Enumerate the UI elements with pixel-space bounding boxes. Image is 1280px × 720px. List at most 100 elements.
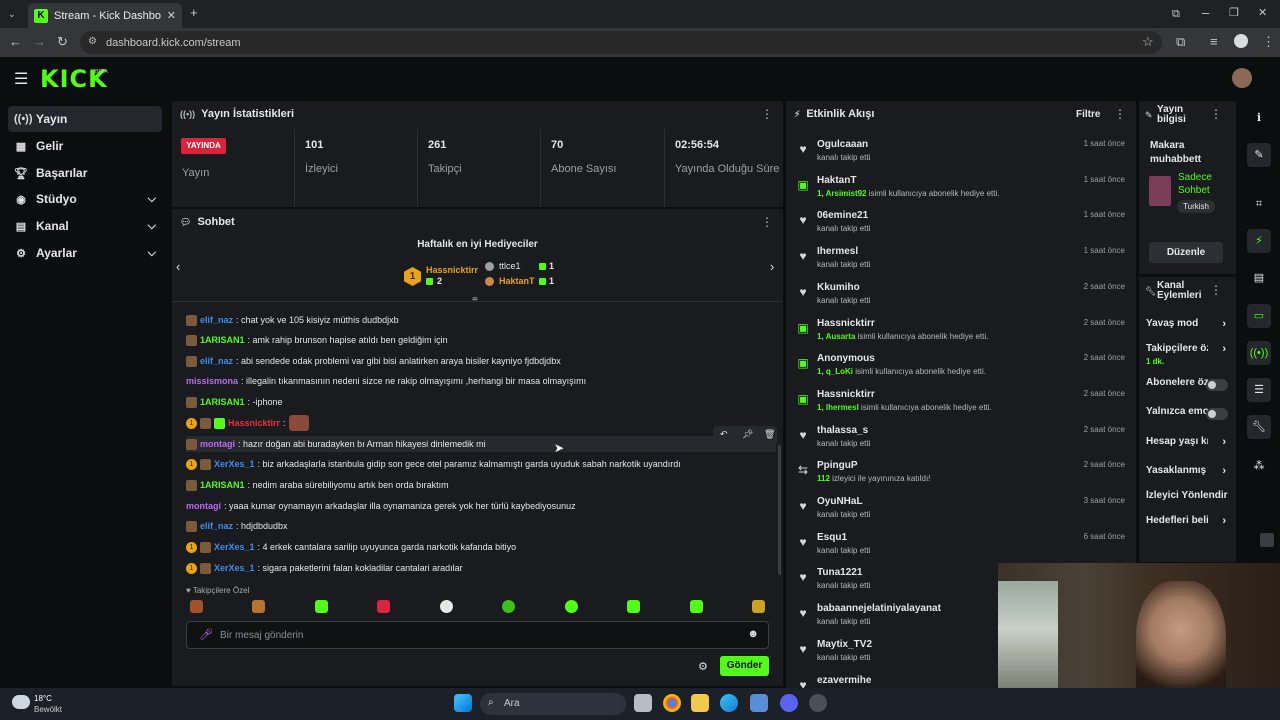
stream-info-menu-icon[interactable]: ⋮ xyxy=(1210,108,1222,120)
windows-start-icon[interactable] xyxy=(454,694,472,712)
channel-action-item[interactable]: Hesap yaşı kısıtlaması › xyxy=(1146,436,1230,456)
nav-item-basarilar[interactable]: 🏆︎ Başarılar xyxy=(8,160,162,186)
chat-message[interactable]: 1ARISAN1: -iphone xyxy=(186,394,776,410)
event-username[interactable]: 06emine21 xyxy=(817,210,868,221)
chat-username[interactable]: XerXes_1 xyxy=(214,459,255,469)
chat-username[interactable]: XerXes_1 xyxy=(214,542,255,552)
emote-icon[interactable] xyxy=(502,600,515,613)
emote-icon[interactable] xyxy=(690,600,703,613)
forward-icon[interactable]: → xyxy=(33,35,46,49)
emote-icon[interactable] xyxy=(440,600,453,613)
users-icon[interactable]: ☰ xyxy=(1247,378,1271,402)
chat-message[interactable]: 1ARISAN1: nedim araba sürebiliyomu artık… xyxy=(186,477,776,493)
emote-icon[interactable] xyxy=(752,600,765,613)
category-name[interactable]: Sadece Sohbet xyxy=(1178,171,1233,197)
event-username[interactable]: OyuNHaL xyxy=(817,496,863,507)
leader-first[interactable]: 1 Hassnicktirr 2 xyxy=(404,265,484,289)
chat-menu-icon[interactable]: ⋮ xyxy=(761,216,773,228)
weather-icon[interactable] xyxy=(12,695,30,709)
event-username[interactable]: Esqu1 xyxy=(817,532,847,543)
chat-message[interactable]: 1 XerXes_1: sigara paketlerini falan kokl… xyxy=(186,560,776,576)
activity-event[interactable]: ♥ Esqu1 kanalı takip etti 6 saat önce xyxy=(786,529,1136,565)
edit-button[interactable]: Düzenle xyxy=(1149,242,1223,263)
chat-message[interactable]: elif_naz: abi sendede odak problemi var … xyxy=(186,353,776,369)
event-username[interactable]: Ogulcaaan xyxy=(817,139,868,150)
event-username[interactable]: Ihermesl xyxy=(817,246,858,257)
filter-button[interactable]: Filtre xyxy=(1076,109,1100,120)
user-avatar[interactable] xyxy=(1232,68,1252,88)
microphone-icon[interactable]: 🎤︎ xyxy=(199,628,213,641)
send-button[interactable]: Gönder xyxy=(720,656,769,676)
delete-icon[interactable]: 🗑︎ xyxy=(764,429,775,440)
channel-actions-menu-icon[interactable]: ⋮ xyxy=(1210,284,1222,296)
browser-menu-icon[interactable]: ⋮ xyxy=(1262,35,1275,49)
nav-item-ayarlar[interactable]: ⚙ Ayarlar ⌵ xyxy=(8,240,162,266)
emote-icon[interactable] xyxy=(252,600,265,613)
emote-icon[interactable] xyxy=(565,600,578,613)
chat-settings-icon[interactable]: ⚙ xyxy=(698,660,708,673)
event-username[interactable]: Hassnicktirr xyxy=(817,389,875,400)
event-username[interactable]: babaannejelatiniyalayanat xyxy=(817,603,941,614)
tools-icon[interactable]: 🔧︎ xyxy=(1247,415,1271,439)
chat-message[interactable]: 1 Hassnicktirr: xyxy=(186,415,776,431)
chat-username[interactable]: 1ARISAN1 xyxy=(200,480,245,490)
chat-username[interactable]: Hassnicktirr xyxy=(228,418,280,428)
emoji-icon[interactable]: ☻ xyxy=(747,628,759,640)
edit-icon[interactable]: ✎ xyxy=(1247,143,1271,167)
clip-icon[interactable]: ⌗ xyxy=(1247,192,1271,216)
event-username[interactable]: PpinguP xyxy=(817,460,858,471)
chat-username[interactable]: 1ARISAN1 xyxy=(200,335,245,345)
app-icon[interactable] xyxy=(809,694,827,712)
activity-event[interactable]: ♥ thalassa_s kanalı takip etti 2 saat önce xyxy=(786,422,1136,458)
activity-event[interactable]: ▣ Anonymous 1, q_LoKi isimli kullanıcıya a… xyxy=(786,350,1136,386)
channel-action-item[interactable]: Yalnızca emote xyxy=(1146,406,1230,426)
profile-icon[interactable] xyxy=(1234,34,1248,48)
minimize-icon[interactable]: – xyxy=(1202,6,1209,20)
emote-icon[interactable] xyxy=(190,600,203,613)
chat-message[interactable]: montagi: yaaa kumar oynamayın arkadaşlar… xyxy=(186,498,776,514)
reading-list-icon[interactable]: ≡ xyxy=(1210,35,1218,49)
event-username[interactable]: Tuna1221 xyxy=(817,567,862,578)
activity-event[interactable]: ▣ Hassnicktirr 1, Ihermesl isimli kullanıc… xyxy=(786,386,1136,422)
chat-username[interactable]: elif_naz xyxy=(200,356,233,366)
maximize-icon[interactable]: ❐ xyxy=(1229,6,1239,20)
event-username[interactable]: Kkumiho xyxy=(817,282,860,293)
toggle-switch[interactable] xyxy=(1206,408,1228,420)
chat-input-box[interactable]: 🎤︎ Bir mesaj gönderin ☻ xyxy=(186,621,769,649)
site-info-icon[interactable]: ⚙ xyxy=(88,36,97,47)
activity-menu-icon[interactable]: ⋮ xyxy=(1114,108,1126,120)
toggle-switch[interactable] xyxy=(1206,379,1228,391)
new-tab-icon[interactable]: + xyxy=(190,6,198,20)
chat-username[interactable]: elif_naz xyxy=(200,521,233,531)
nav-item-kanal[interactable]: ▤ Kanal ⌵ xyxy=(8,213,162,239)
chat-username[interactable]: XerXes_1 xyxy=(214,563,255,573)
nav-item-studyo[interactable]: ◉ Stüdyo ⌵ xyxy=(8,186,162,212)
emote-icon[interactable] xyxy=(315,600,328,613)
window-extensions-icon[interactable]: ⧉ xyxy=(1172,7,1180,21)
activity-event[interactable]: ♥ Ogulcaaan kanalı takip etti 1 saat önce xyxy=(786,136,1136,172)
channel-action-item[interactable]: Takipçilere özel 1 dk. › xyxy=(1146,343,1230,369)
extensions-icon[interactable]: ⧉ xyxy=(1176,35,1185,49)
chat-scrollbar[interactable] xyxy=(778,445,781,575)
leader-third[interactable]: HaktanT 1 xyxy=(485,276,565,290)
channel-action-item[interactable]: Hedefleri belirle › xyxy=(1146,515,1230,535)
activity-event[interactable]: ♥ OyuNHaL kanalı takip etti 3 saat önce xyxy=(786,493,1136,529)
emote-icon[interactable] xyxy=(377,600,390,613)
taskbar-search[interactable]: ⌕ Ara xyxy=(480,693,626,715)
close-tab-icon[interactable]: ✕ xyxy=(167,9,176,22)
channel-action-item[interactable]: Abonelere özel xyxy=(1146,377,1230,397)
nav-item-yayin[interactable]: ((•)) Yayın xyxy=(8,106,162,132)
activity-event[interactable]: ▣ Hassnicktirr 1, Ausarta isimli kullanıcı… xyxy=(786,315,1136,351)
chevron-right-icon[interactable]: › xyxy=(770,259,774,274)
chevron-left-icon[interactable]: ‹ xyxy=(176,259,180,274)
chat-message[interactable]: elif_naz: chat yok ve 105 kisiyiz müthis… xyxy=(186,312,776,328)
close-window-icon[interactable]: ✕ xyxy=(1258,6,1267,20)
chat-username[interactable]: montagi xyxy=(200,439,235,449)
event-username[interactable]: Hassnicktirr xyxy=(817,318,875,329)
activity-event[interactable]: ♥ Ihermesl kanalı takip etti 1 saat önce xyxy=(786,243,1136,279)
document-icon[interactable]: ▤ xyxy=(1247,266,1271,290)
nav-item-gelir[interactable]: ▦ Gelir xyxy=(8,133,162,159)
task-view-icon[interactable] xyxy=(634,694,652,712)
browser-tab[interactable]: K Stream - Kick Dashboard ✕ xyxy=(28,3,182,28)
reload-icon[interactable]: ↻ xyxy=(57,35,68,49)
